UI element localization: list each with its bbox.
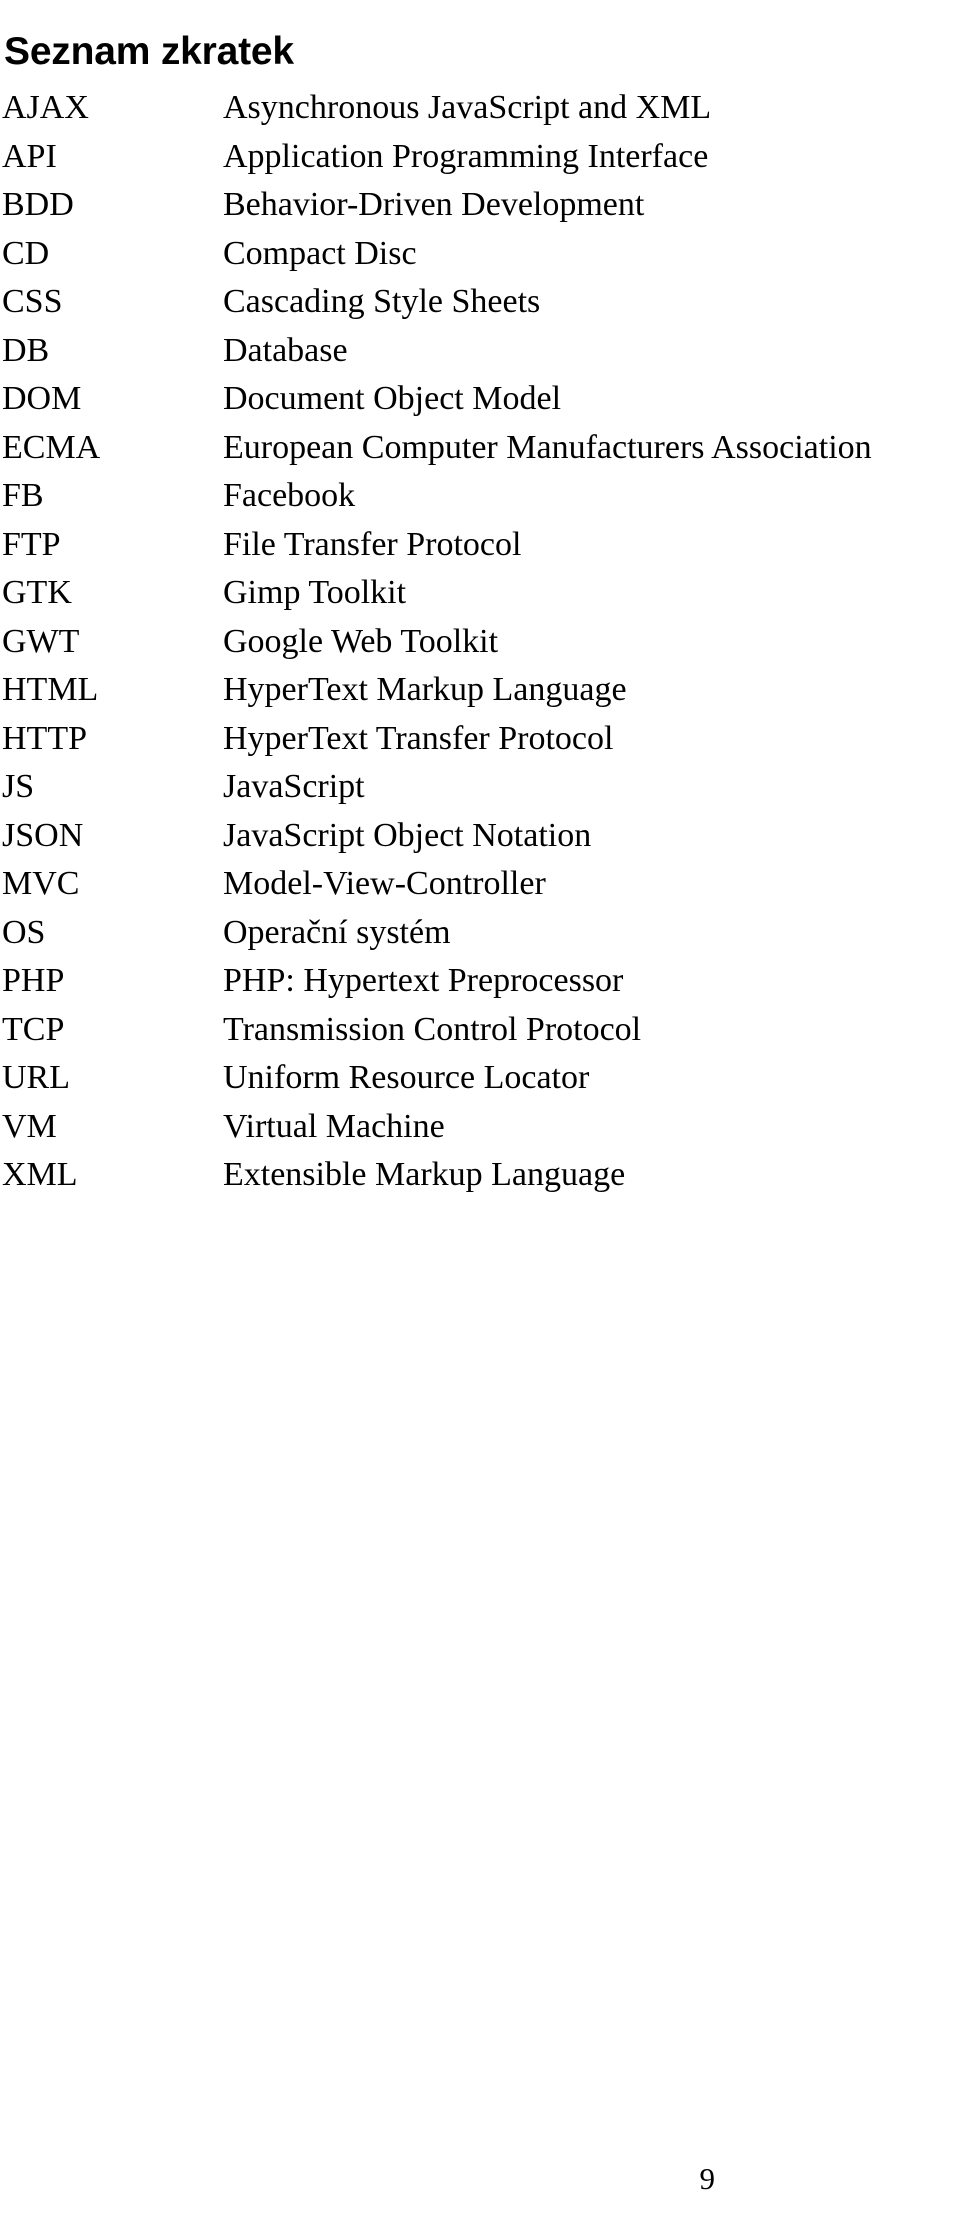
abbreviation-description: HyperText Markup Language	[223, 671, 627, 708]
abbreviation-description: Gimp Toolkit	[223, 574, 407, 611]
abbreviation-row: JS JavaScript	[0, 763, 960, 812]
abbreviation-term: HTTP	[2, 719, 87, 757]
abbreviation-description: Transmission Control Protocol	[223, 1010, 642, 1048]
abbreviation-row: FTP File Transfer Protocol	[0, 521, 960, 570]
abbreviation-row: API Application Programming Interface	[0, 133, 960, 182]
abbreviation-term: GTK	[2, 574, 72, 611]
abbreviation-term: AJAX	[2, 89, 89, 126]
abbreviation-description: Cascading Style Sheets	[223, 283, 541, 320]
abbreviation-row: ECMA European Computer Manufacturers Asso…	[0, 424, 960, 473]
abbreviation-description: Virtual Machine	[223, 1107, 445, 1145]
abbreviation-row: BDD Behavior-Driven Development	[0, 181, 960, 230]
abbreviation-row: CSS Cascading Style Sheets	[0, 278, 960, 327]
abbreviation-row: URL Uniform Resource Locator	[0, 1054, 960, 1103]
abbreviation-row: TCP Transmission Control Protocol	[0, 1006, 960, 1055]
abbreviation-description: European Computer Manufacturers Associat…	[223, 428, 872, 466]
abbreviation-term: URL	[2, 1059, 70, 1096]
abbreviation-term: JS	[2, 768, 35, 805]
abbreviation-term: API	[2, 137, 57, 175]
abbreviation-row: JSON JavaScript Object Notation	[0, 812, 960, 861]
page-title: Seznam zkratek	[4, 30, 294, 74]
abbreviation-term: HTML	[2, 671, 99, 708]
abbreviation-description: HyperText Transfer Protocol	[223, 719, 614, 757]
abbreviation-row: FB Facebook	[0, 472, 960, 521]
abbreviation-description: Document Object Model	[223, 380, 562, 417]
abbreviation-description: Asynchronous JavaScript and XML	[223, 89, 712, 126]
abbreviation-term: DOM	[2, 380, 82, 417]
abbreviation-description: Database	[223, 331, 348, 369]
abbreviation-description: Model-View-Controller	[223, 865, 546, 902]
abbreviation-description: Compact Disc	[223, 234, 417, 272]
abbreviation-description: File Transfer Protocol	[223, 525, 522, 563]
abbreviation-row: XML Extensible Markup Language	[0, 1151, 960, 1200]
abbreviation-term: JSON	[2, 816, 84, 854]
abbreviation-row: OS Operační systém	[0, 909, 960, 958]
abbreviation-row: GTK Gimp Toolkit	[0, 569, 960, 618]
abbreviation-row: VM Virtual Machine	[0, 1103, 960, 1152]
abbreviation-term: ECMA	[2, 428, 101, 466]
abbreviation-description: Facebook	[223, 477, 356, 514]
abbreviation-list: AJAX Asynchronous JavaScript and XML API Ap…	[0, 84, 960, 1200]
abbreviation-term: MVC	[2, 865, 80, 902]
abbreviation-term: CSS	[2, 283, 63, 320]
abbreviation-row: AJAX Asynchronous JavaScript and XML	[0, 84, 960, 133]
abbreviation-term: TCP	[2, 1010, 65, 1048]
abbreviation-description: Behavior-Driven Development	[223, 186, 645, 223]
abbreviation-description: JavaScript Object Notation	[223, 816, 592, 854]
abbreviation-description: Uniform Resource Locator	[223, 1059, 590, 1096]
page-number: 9	[699, 2161, 716, 2196]
abbreviation-row: MVC Model-View-Controller	[0, 860, 960, 909]
abbreviation-description: Google Web Toolkit	[223, 622, 499, 660]
abbreviation-row: CD Compact Disc	[0, 230, 960, 279]
abbreviation-term: GWT	[2, 622, 80, 660]
abbreviation-row: DB Database	[0, 327, 960, 376]
abbreviation-description: Application Programming Interface	[223, 137, 709, 175]
abbreviation-row: PHP PHP: Hypertext Preprocessor	[0, 957, 960, 1006]
abbreviation-term: DB	[2, 331, 50, 369]
abbreviation-term: XML	[2, 1156, 78, 1193]
abbreviation-description: Operační systém	[223, 913, 451, 951]
abbreviation-term: OS	[2, 913, 46, 951]
abbreviation-term: FB	[2, 477, 44, 514]
abbreviation-row: HTML HyperText Markup Language	[0, 666, 960, 715]
abbreviation-term: BDD	[2, 186, 74, 223]
abbreviation-row: HTTP HyperText Transfer Protocol	[0, 715, 960, 764]
abbreviation-row: GWT Google Web Toolkit	[0, 618, 960, 667]
document-page: Seznam zkratek AJAX Asynchronous JavaScri…	[0, 0, 960, 2214]
abbreviation-description: JavaScript	[223, 768, 365, 805]
abbreviation-term: FTP	[2, 525, 61, 563]
abbreviation-term: VM	[2, 1107, 57, 1145]
abbreviation-description: PHP: Hypertext Preprocessor	[223, 962, 624, 999]
abbreviation-row: DOM Document Object Model	[0, 375, 960, 424]
abbreviation-description: Extensible Markup Language	[223, 1156, 626, 1193]
abbreviation-term: CD	[2, 234, 50, 272]
abbreviation-term: PHP	[2, 962, 65, 999]
